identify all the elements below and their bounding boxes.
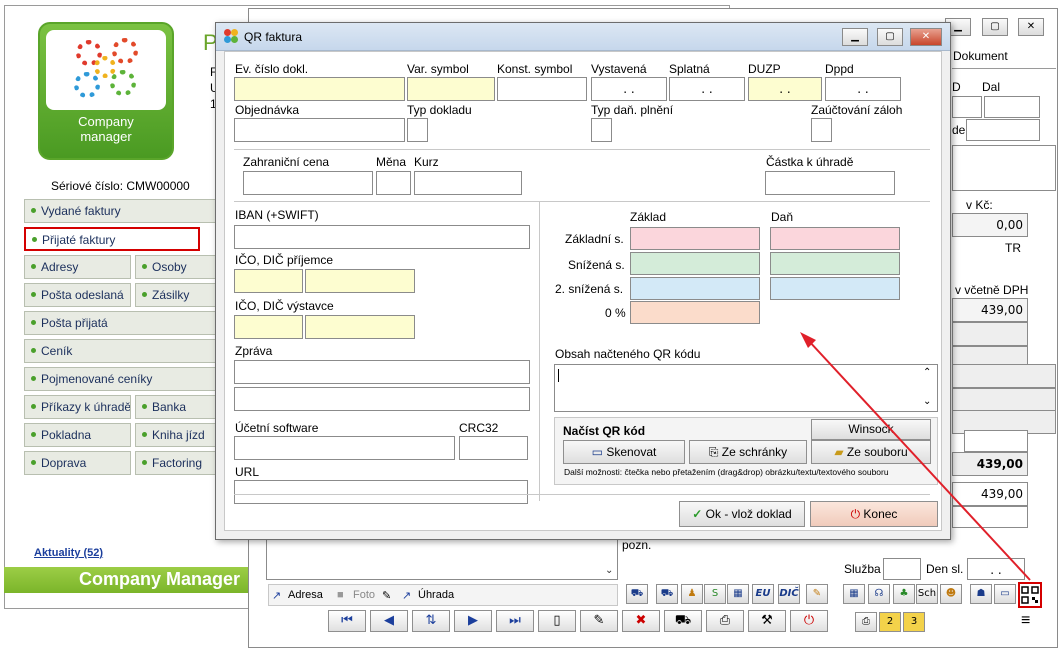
annotation-arrow bbox=[800, 332, 1031, 581]
